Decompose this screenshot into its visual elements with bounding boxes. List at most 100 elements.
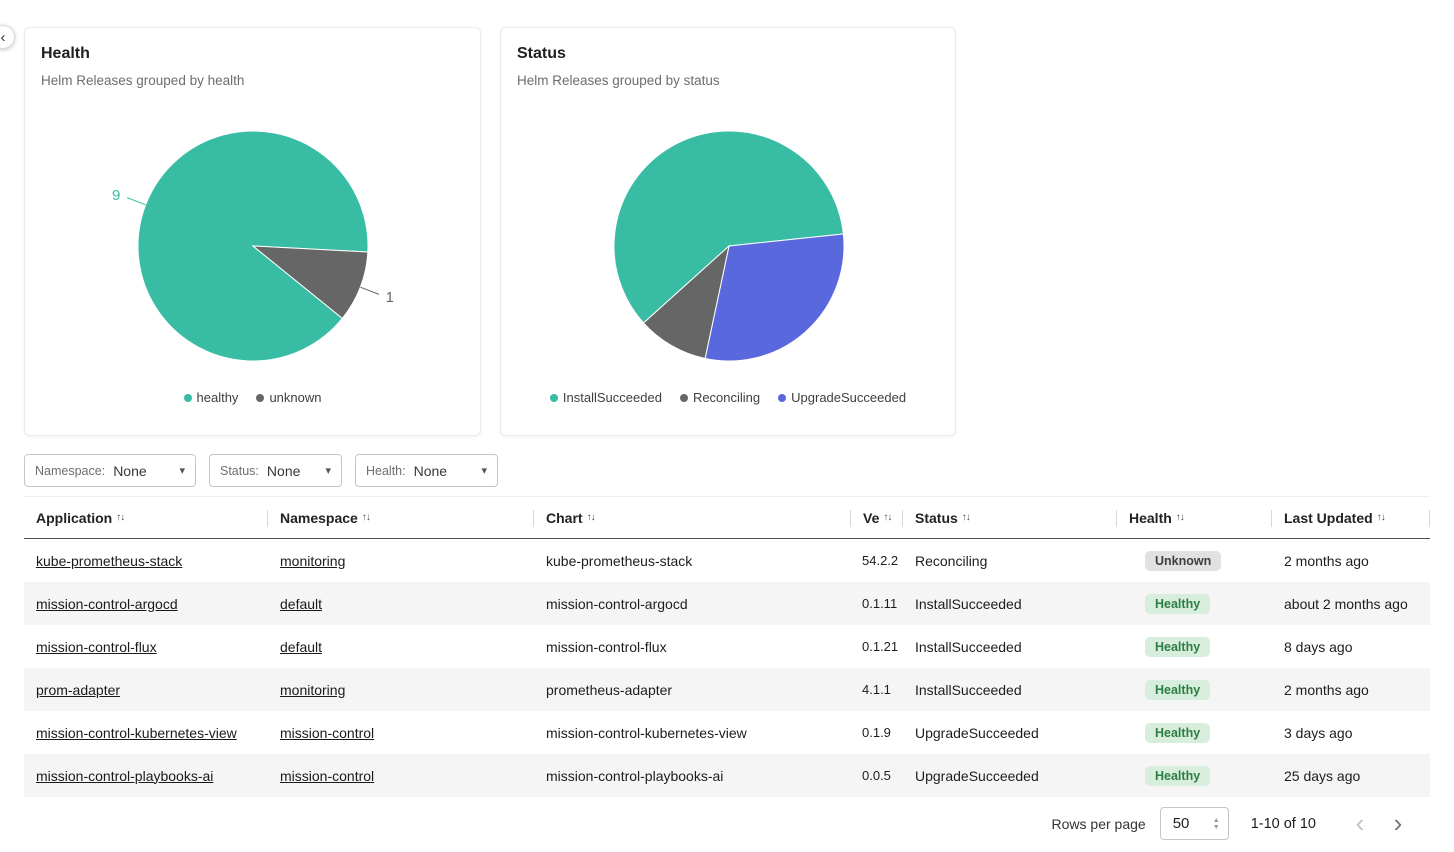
- application-link[interactable]: kube-prometheus-stack: [36, 553, 182, 569]
- version-cell: 54.2.2: [851, 539, 903, 582]
- health-card: Health Helm Releases grouped by health 9…: [24, 27, 481, 436]
- card-subtitle: Helm Releases grouped by health: [41, 73, 464, 88]
- card-title: Health: [41, 44, 464, 64]
- namespace-link[interactable]: monitoring: [280, 682, 345, 698]
- namespace-link[interactable]: monitoring: [280, 553, 345, 569]
- filter-bar: Namespace: None ▾ Status: None ▾ Health:…: [24, 454, 498, 487]
- table-row: prom-adapter monitoring prometheus-adapter…: [24, 668, 1430, 711]
- table-pagination: Rows per page 50 ▲ ▼ 1-10 of 10 ‹ ›: [24, 797, 1430, 850]
- helm-releases-table: Application ↑↓ Namespace ↑↓ Chart ↑↓ Ve …: [24, 496, 1430, 850]
- column-header-chart[interactable]: Chart ↑↓: [534, 497, 851, 538]
- next-page-button[interactable]: ›: [1380, 806, 1416, 842]
- namespace-link[interactable]: mission-control: [280, 768, 374, 784]
- health-badge: Healthy: [1145, 723, 1210, 743]
- table-row: mission-control-argocddefaultmission-con…: [24, 582, 1430, 625]
- chart-cell: mission-control-kubernetes-view: [534, 711, 851, 754]
- legend-dot-icon: [256, 394, 264, 402]
- chevron-left-icon: ‹: [1, 29, 6, 46]
- version-cell: 4.1.1: [851, 668, 903, 711]
- health-badge: Healthy: [1145, 594, 1210, 614]
- health-filter-select[interactable]: Health: None ▾: [355, 454, 498, 487]
- column-label: Chart: [546, 510, 583, 526]
- pagination-range: 1-10 of 10: [1251, 816, 1316, 832]
- legend-dot-icon: [778, 394, 786, 402]
- last-updated-cell: 3 days ago: [1272, 711, 1430, 754]
- column-header-health[interactable]: Health ↑↓: [1117, 497, 1272, 538]
- legend-item[interactable]: InstallSucceeded: [550, 390, 662, 405]
- callout-line: [360, 287, 379, 294]
- legend-item[interactable]: Reconciling: [680, 390, 760, 405]
- status-chart-legend: InstallSucceeded Reconciling UpgradeSuccee…: [517, 390, 939, 405]
- column-label: Last Updated: [1284, 510, 1373, 526]
- legend-label: unknown: [269, 390, 321, 405]
- sort-icon: ↑↓: [1176, 512, 1184, 523]
- chart-cell: mission-control-playbooks-ai: [534, 754, 851, 797]
- namespace-link[interactable]: mission-control: [280, 725, 374, 741]
- application-link[interactable]: mission-control-argocd: [36, 596, 178, 612]
- chevron-down-icon: ▾: [473, 464, 487, 477]
- rows-per-page-select[interactable]: 50 ▲ ▼: [1160, 807, 1229, 840]
- health-badge: Healthy: [1145, 680, 1210, 700]
- filter-label: Health:: [366, 464, 406, 478]
- chevron-left-icon: ‹: [1356, 808, 1365, 839]
- health-badge: Unknown: [1145, 551, 1221, 571]
- health-pie-chart: 91: [41, 118, 465, 380]
- column-header-namespace[interactable]: Namespace ↑↓: [268, 497, 534, 538]
- status-cell: UpgradeSucceeded: [903, 711, 1117, 754]
- version-cell: 0.1.9: [851, 711, 903, 754]
- column-label: Health: [1129, 510, 1172, 526]
- legend-label: UpgradeSucceeded: [791, 390, 906, 405]
- previous-page-button[interactable]: ‹: [1342, 806, 1378, 842]
- column-label: Ve: [863, 510, 879, 526]
- legend-label: healthy: [197, 390, 239, 405]
- legend-label: InstallSucceeded: [563, 390, 662, 405]
- version-cell: 0.1.11: [851, 582, 903, 625]
- pie-callout-label: 9: [112, 187, 120, 204]
- application-link[interactable]: prom-adapter: [36, 682, 120, 698]
- filter-value: None: [113, 463, 146, 479]
- legend-dot-icon: [680, 394, 688, 402]
- sort-icon: ↑↓: [587, 512, 595, 523]
- chart-cell: mission-control-flux: [534, 625, 851, 668]
- column-header-last-updated[interactable]: Last Updated ↑↓: [1272, 497, 1430, 538]
- column-label: Namespace: [280, 510, 358, 526]
- chevron-down-icon: ▾: [171, 464, 185, 477]
- table-row: mission-control-flux default mission-contr…: [24, 625, 1430, 668]
- status-cell: UpgradeSucceeded: [903, 754, 1117, 797]
- chart-cell: prometheus-adapter: [534, 668, 851, 711]
- application-link[interactable]: mission-control-playbooks-ai: [36, 768, 213, 784]
- rows-per-page-value: 50: [1173, 815, 1213, 832]
- application-link[interactable]: mission-control-kubernetes-view: [36, 725, 237, 741]
- last-updated-cell: 25 days ago: [1272, 754, 1430, 797]
- card-subtitle: Helm Releases grouped by status: [517, 73, 939, 88]
- filter-label: Namespace:: [35, 464, 105, 478]
- column-header-status[interactable]: Status ↑↓: [903, 497, 1117, 538]
- column-label: Status: [915, 510, 958, 526]
- legend-item[interactable]: UpgradeSucceeded: [778, 390, 906, 405]
- legend-dot-icon: [550, 394, 558, 402]
- sort-icon: ↑↓: [962, 512, 970, 523]
- legend-label: Reconciling: [693, 390, 760, 405]
- sort-icon: ↑↓: [1377, 512, 1385, 523]
- status-cell: InstallSucceeded: [903, 668, 1117, 711]
- namespace-filter-select[interactable]: Namespace: None ▾: [24, 454, 196, 487]
- column-header-application[interactable]: Application ↑↓: [24, 497, 268, 538]
- filter-value: None: [267, 463, 300, 479]
- legend-item[interactable]: unknown: [256, 390, 321, 405]
- table-row: kube-prometheus-stackmonitoringkube-prom…: [24, 539, 1430, 582]
- namespace-link[interactable]: default: [280, 639, 322, 655]
- last-updated-cell: about 2 months ago: [1272, 582, 1430, 625]
- application-link[interactable]: mission-control-flux: [36, 639, 157, 655]
- version-cell: 0.0.5: [851, 754, 903, 797]
- column-header-version[interactable]: Ve ↑↓: [851, 497, 903, 538]
- table-header: Application ↑↓ Namespace ↑↓ Chart ↑↓ Ve …: [24, 496, 1430, 539]
- collapse-sidebar-button[interactable]: ‹: [0, 25, 15, 49]
- namespace-link[interactable]: default: [280, 596, 322, 612]
- health-badge: Healthy: [1145, 766, 1210, 786]
- last-updated-cell: 2 months ago: [1272, 668, 1430, 711]
- chevron-down-icon: ▾: [317, 464, 331, 477]
- column-label: Application: [36, 510, 112, 526]
- legend-item[interactable]: healthy: [184, 390, 239, 405]
- status-filter-select[interactable]: Status: None ▾: [209, 454, 342, 487]
- sort-icon: ↑↓: [883, 512, 891, 523]
